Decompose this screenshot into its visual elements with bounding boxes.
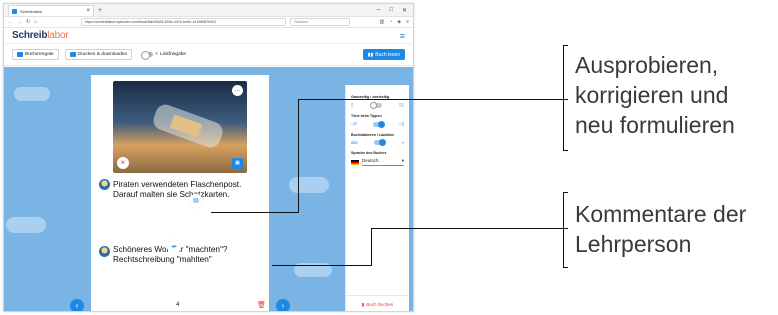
callout-line: neu formulieren [575,112,735,138]
home-icon[interactable]: ⌂ [34,19,37,25]
trash-icon: ▮ [361,301,365,307]
logo-main: Schreib [12,30,48,41]
letters-row: abc ◑ [351,139,404,146]
read-label: Buch lesen [375,51,400,58]
german-flag-icon [351,159,359,165]
language-dropdown[interactable]: Deutsch ▾ [362,158,404,166]
language-value: Deutsch [362,158,379,163]
callout-text-revise: Ausprobieren, korrigieren und neu formul… [575,50,735,140]
single-page-icon: ▯ [351,102,354,107]
bookshelf-icon [17,52,23,57]
typing-sound-toggle[interactable] [372,120,385,128]
cloud-decoration [14,87,50,101]
minimize-icon[interactable]: – [377,7,380,14]
settings-panel: Ganzseitig / zweiseitig ▯ ▯▯ Töne beim Ti… [345,85,409,311]
back-icon[interactable]: ← [8,19,13,25]
bookshelf-button[interactable]: Bücherregale [12,49,59,60]
logo-lab: labor [47,30,69,41]
language-label: Sprache des Buches [351,151,387,155]
share-icon: < [155,52,158,57]
mute-icon: ◁× [351,121,358,126]
sync-icon[interactable]: ◔ [389,19,392,25]
browser-tools: ▥ ◔ ◈ ≡ [379,19,409,25]
remove-image-icon[interactable]: × [117,157,129,169]
typing-sound-label: Töne beim Tippen [351,114,382,118]
book-icon: ▮▮ [367,51,374,58]
browser-tab[interactable]: Schreiblabor × [8,5,94,16]
share-label: Linkfreigabe [159,52,187,57]
speech-bubble-icon[interactable]: … [232,85,243,96]
app-header: Schreiblabor ≡ [4,28,413,44]
close-window-icon[interactable]: ✕ [402,7,407,14]
extension-icon[interactable]: ◈ [397,19,401,25]
tab-title: Schreiblabor [20,8,43,14]
maximize-icon[interactable]: □ [389,7,393,14]
search-input[interactable]: Suchen [290,18,351,26]
hamburger-icon[interactable]: ≡ [400,31,405,41]
layout-toggle[interactable] [369,101,382,109]
share-toggle-switch[interactable] [141,51,154,60]
close-tab-icon[interactable]: × [86,8,90,14]
previous-page-button[interactable]: ‹ [70,299,84,311]
delete-page-icon[interactable]: 🗑 [256,300,267,311]
tab-bar: Schreiblabor × + – □ ✕ [4,4,413,17]
double-page-icon: ▯▯ [399,102,404,107]
letters-label: Buchstabieren / Lauttöne [351,133,395,137]
cloud-decoration [6,217,46,233]
layout-row: ▯ ▯▯ [351,101,404,109]
student-text-content: Piraten verwendeten Flaschenpost. Darauf… [113,180,242,199]
reload-icon[interactable]: ↻ [26,19,30,25]
address-bar[interactable]: https://schreiblabor.dybuster.com/book/9… [81,18,287,26]
new-tab-icon[interactable]: + [98,6,102,16]
callout-line-1a [211,212,299,213]
typing-sound-row: ◁× ◁) [351,120,404,128]
save-image-icon[interactable]: ▣ [232,158,243,169]
delete-book-label: Buch löschen [366,302,394,307]
callout-line-1b [298,99,299,213]
next-page-button[interactable]: › [276,299,290,311]
chevron-down-icon: ▾ [401,158,404,163]
print-download-button[interactable]: Drucken & downloaden [64,49,133,60]
callout-line: Lehrperson [575,231,692,257]
logo[interactable]: Schreiblabor [12,30,69,41]
favicon-icon [12,8,17,14]
callout-line: Kommentare der [575,201,747,227]
book-toolbar: Bücherregale Drucken & downloaden < Linkf… [4,44,413,66]
bookshelf-label: Bücherregale [25,52,54,57]
read-book-button[interactable]: ▮▮ Buch lesen [362,49,405,60]
comment-audio-button[interactable]: ◂▪ [167,240,181,254]
callout-bracket-2 [563,192,568,268]
callout-line: Ausprobieren, [575,52,719,78]
print-label: Drucken & downloaden [77,52,128,57]
ear-icon: ◑ [401,140,404,145]
student-text[interactable]: Piraten verwendeten Flaschenpost. Darauf… [97,180,247,200]
book-page: … × ▣ Piraten verwendeten Flaschenpost. … [91,75,269,311]
library-icon[interactable]: ▥ [379,19,384,25]
callout-text-teacher-comments: Kommentare der Lehrperson [575,199,746,259]
page-number: 4 [176,302,180,308]
callout-line-2a [272,265,372,266]
delete-book-button[interactable]: ▮ Buch löschen [346,295,409,311]
callout-line-2b [371,228,372,266]
letters-toggle[interactable] [374,139,387,146]
callout-bracket-1 [563,45,568,151]
bottle-photo[interactable]: … × ▣ [113,81,247,173]
edit-text-button[interactable]: ▤ [189,194,203,208]
print-icon [69,52,76,57]
sound-icon: ◁) [399,121,404,126]
link-share-toggle[interactable]: < Linkfreigabe [138,49,191,60]
letters-value: abc [351,140,359,145]
callout-line: korrigieren und [575,82,729,108]
forward-icon[interactable]: → [17,19,22,25]
callout-line-1c [298,99,568,100]
callout-line-2c [371,228,568,229]
navigation-bar: ← → ↻ ⌂ https://schreiblabor.dybuster.co… [4,17,413,28]
language-select[interactable]: Deutsch ▾ [351,158,404,166]
browser-menu-icon[interactable]: ≡ [406,19,409,25]
cloud-decoration [289,177,329,193]
window-controls: – □ ✕ [371,7,413,16]
